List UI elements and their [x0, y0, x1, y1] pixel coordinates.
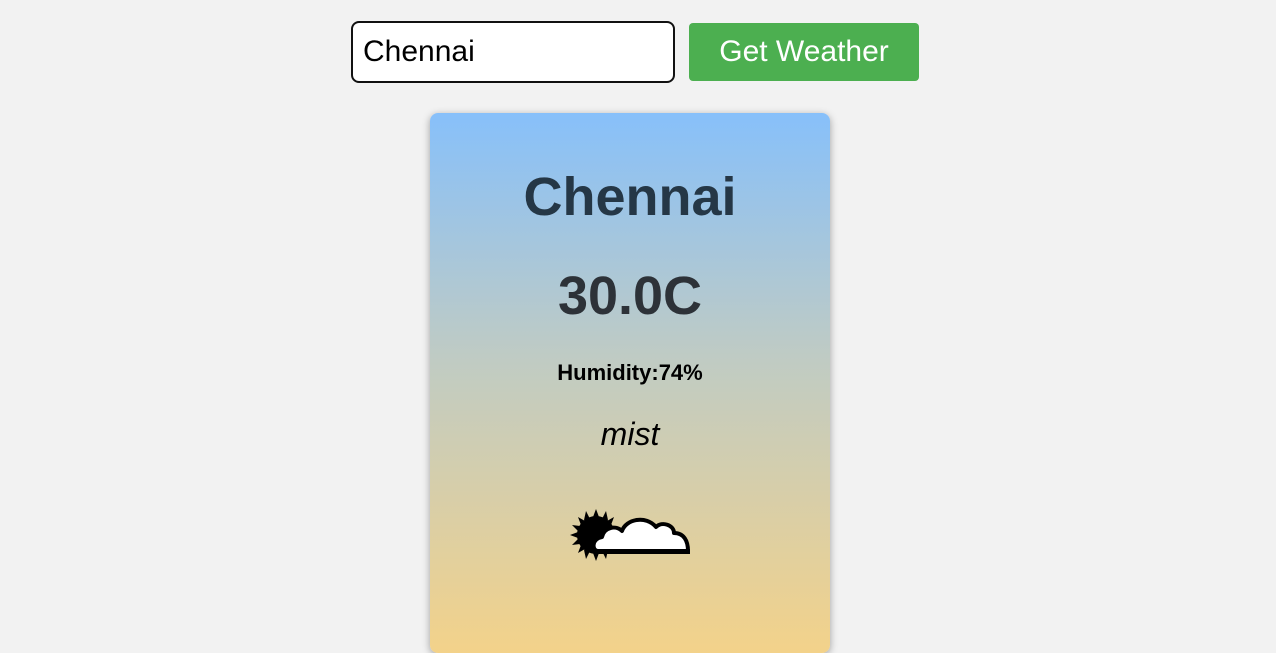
city-search-input[interactable] — [351, 21, 675, 83]
city-name: Chennai — [523, 167, 737, 227]
weather-description: mist — [600, 416, 660, 452]
humidity: Humidity:74% — [557, 360, 703, 385]
temperature: 30.0C — [557, 266, 703, 326]
weather-card: Chennai 30.0C Humidity:74% mist — [430, 113, 830, 653]
get-weather-button[interactable]: Get Weather — [689, 23, 919, 81]
partly-cloudy-icon — [570, 509, 690, 561]
search-bar: Get Weather — [351, 21, 919, 83]
